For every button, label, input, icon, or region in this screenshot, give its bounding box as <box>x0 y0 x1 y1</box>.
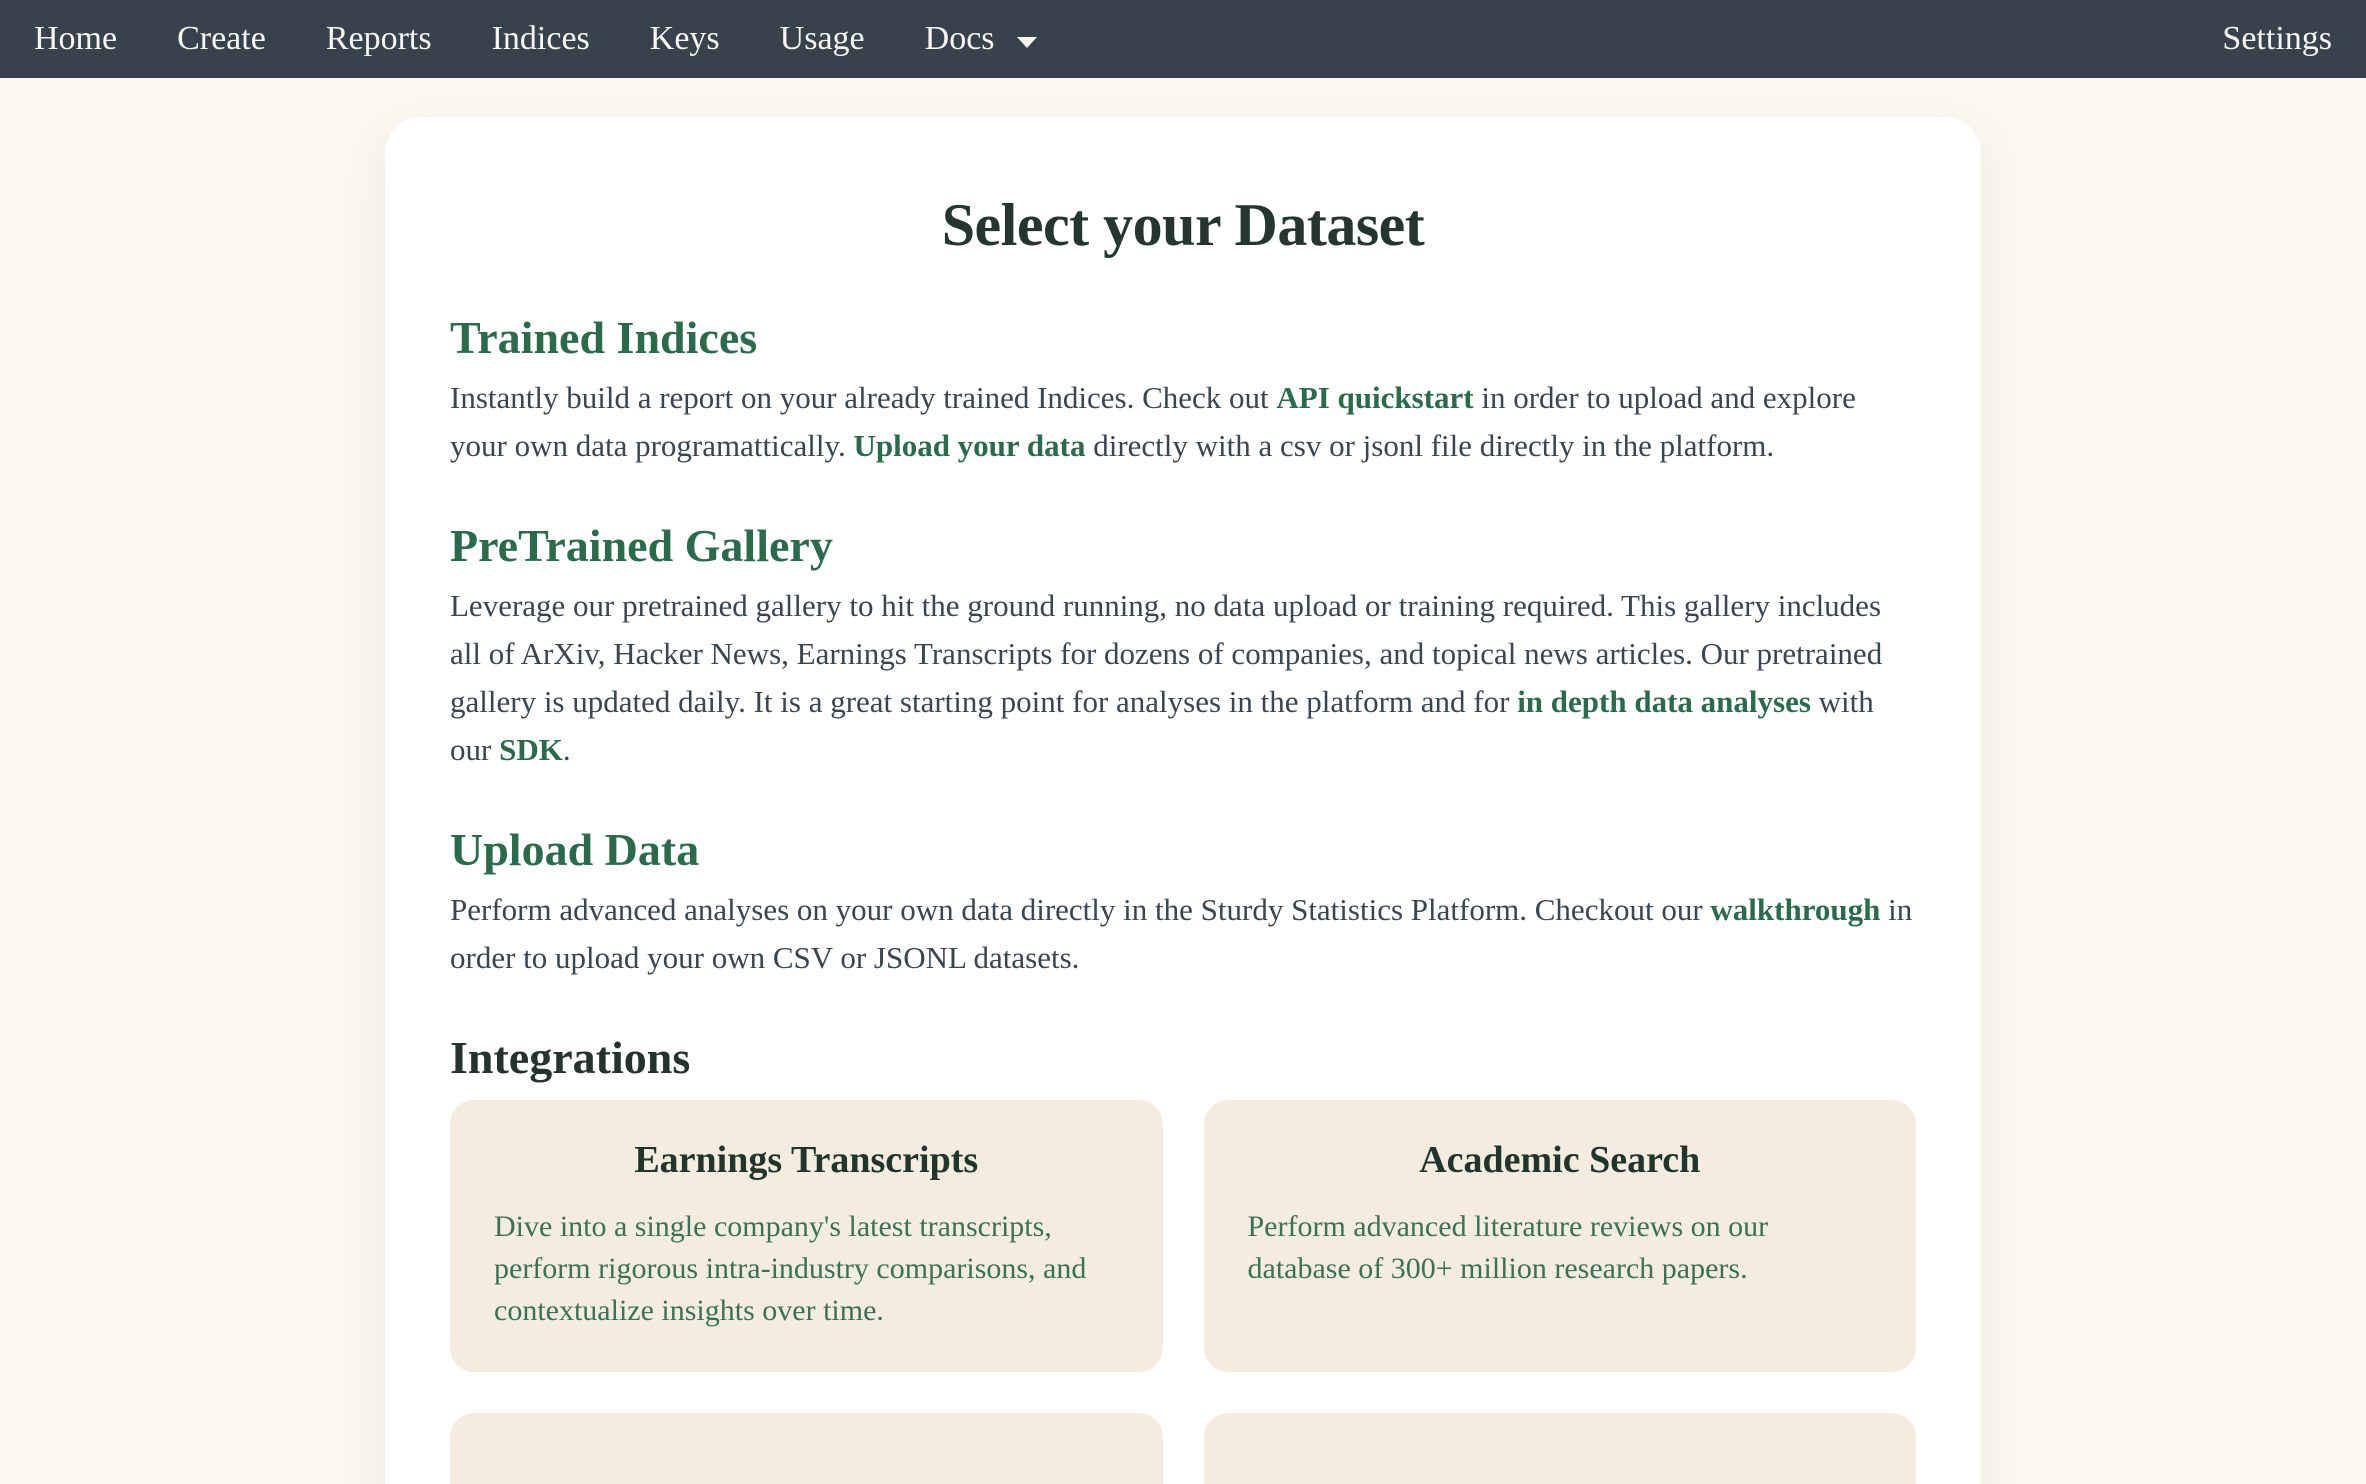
page-title: Select your Dataset <box>450 191 1916 260</box>
upload-your-data-link[interactable]: Upload your data <box>853 428 1085 463</box>
in-depth-data-analyses-link[interactable]: in depth data analyses <box>1517 684 1811 719</box>
paragraph-text: directly with a csv or jsonl file direct… <box>1085 428 1774 463</box>
top-navbar: Home Create Reports Indices Keys Usage D… <box>0 0 2366 78</box>
paragraph-text: Instantly build a report on your already… <box>450 380 1276 415</box>
pretrained-gallery-heading: PreTrained Gallery <box>450 518 1916 574</box>
integration-card-title: Academic Search <box>1248 1138 1873 1182</box>
nav-item-keys[interactable]: Keys <box>650 0 720 78</box>
upload-data-heading: Upload Data <box>450 822 1916 878</box>
section-trained-indices: Trained Indices Instantly build a report… <box>450 310 1916 470</box>
section-upload-data: Upload Data Perform advanced analyses on… <box>450 822 1916 982</box>
walkthrough-link[interactable]: walkthrough <box>1710 892 1880 927</box>
integration-card-partial-right[interactable] <box>1204 1413 1917 1484</box>
integration-card-title: Earnings Transcripts <box>494 1138 1119 1182</box>
integrations-grid: Earnings Transcripts Dive into a single … <box>450 1100 1916 1484</box>
nav-item-home[interactable]: Home <box>34 0 117 78</box>
nav-right: Settings <box>2222 0 2332 78</box>
nav-item-reports[interactable]: Reports <box>326 0 432 78</box>
integration-card-earnings-transcripts[interactable]: Earnings Transcripts Dive into a single … <box>450 1100 1163 1372</box>
nav-item-usage[interactable]: Usage <box>780 0 865 78</box>
paragraph-text: Perform advanced analyses on your own da… <box>450 892 1710 927</box>
nav-item-indices[interactable]: Indices <box>492 0 590 78</box>
section-pretrained-gallery: PreTrained Gallery Leverage our pretrain… <box>450 518 1916 774</box>
integration-card-partial-left[interactable] <box>450 1413 1163 1484</box>
nav-item-create[interactable]: Create <box>177 0 266 78</box>
chevron-down-icon <box>1017 37 1037 48</box>
paragraph-text: . <box>563 732 571 767</box>
integration-card-description: Perform advanced literature reviews on o… <box>1248 1206 1873 1290</box>
trained-indices-heading: Trained Indices <box>450 310 1916 366</box>
trained-indices-paragraph: Instantly build a report on your already… <box>450 374 1916 470</box>
nav-item-docs-dropdown[interactable]: Docs <box>925 0 1037 78</box>
upload-data-paragraph: Perform advanced analyses on your own da… <box>450 886 1916 982</box>
integration-card-description: Dive into a single company's latest tran… <box>494 1206 1119 1332</box>
integrations-heading: Integrations <box>450 1030 1916 1086</box>
nav-item-docs-label: Docs <box>925 0 995 78</box>
sdk-link[interactable]: SDK <box>499 732 563 767</box>
pretrained-gallery-paragraph: Leverage our pretrained gallery to hit t… <box>450 582 1916 774</box>
nav-item-settings[interactable]: Settings <box>2222 20 2332 57</box>
nav-links: Home Create Reports Indices Keys Usage D… <box>34 0 1037 78</box>
dataset-selection-card: Select your Dataset Trained Indices Inst… <box>385 117 1981 1484</box>
integration-card-academic-search[interactable]: Academic Search Perform advanced literat… <box>1204 1100 1917 1372</box>
api-quickstart-link[interactable]: API quickstart <box>1276 380 1473 415</box>
section-integrations: Integrations Earnings Transcripts Dive i… <box>450 1030 1916 1484</box>
